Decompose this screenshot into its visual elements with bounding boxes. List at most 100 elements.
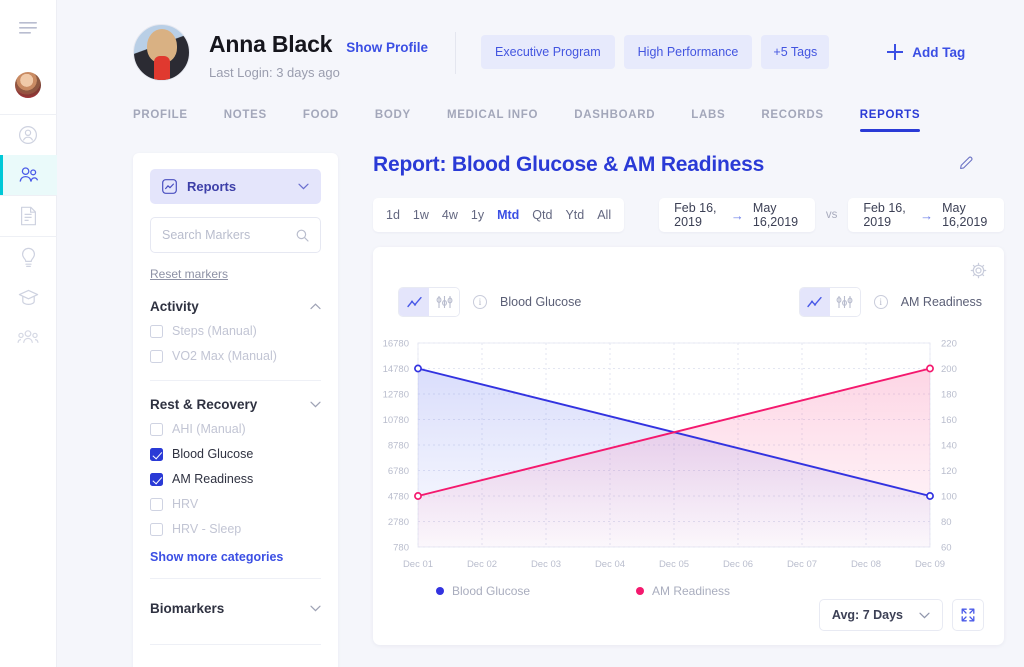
range-qtd[interactable]: Qtd [532, 208, 552, 222]
tag-high-performance[interactable]: High Performance [623, 35, 753, 69]
chevron-up-icon [310, 303, 321, 310]
range-1y[interactable]: 1y [471, 208, 484, 222]
marker-vo2-max-manual[interactable]: VO2 Max (Manual) [150, 343, 321, 368]
legend-dot-blue [436, 587, 444, 595]
search-input[interactable] [162, 228, 290, 242]
add-tag-button[interactable]: Add Tag [887, 44, 965, 60]
average-selector[interactable]: Avg: 7 Days [818, 599, 943, 631]
tab-body[interactable]: BODY [375, 101, 411, 132]
checkbox-checked-icon [150, 472, 163, 486]
svg-text:60: 60 [941, 542, 952, 553]
report-title-row: Report: Blood Glucose & AM Readiness [373, 153, 1004, 177]
svg-text:Dec 08: Dec 08 [851, 559, 881, 570]
person-icon [19, 126, 37, 144]
marker-group-blood-daily: Blood Daily [150, 661, 321, 667]
reset-markers-link[interactable]: Reset markers [150, 267, 228, 281]
svg-text:200: 200 [941, 364, 957, 375]
date-start: Feb 16, 2019 [863, 201, 906, 229]
group-header-rest-recovery[interactable]: Rest & Recovery [150, 397, 321, 416]
marker-hrv[interactable]: HRV [150, 491, 321, 516]
show-profile-link[interactable]: Show Profile [346, 40, 428, 55]
info-icon-left[interactable]: i [473, 295, 487, 309]
tab-notes[interactable]: NOTES [224, 101, 267, 132]
date-start: Feb 16, 2019 [674, 201, 717, 229]
last-login-text: Last Login: 3 days ago [209, 65, 340, 80]
chart-settings-button[interactable] [970, 262, 987, 284]
range-ytd[interactable]: Ytd [565, 208, 584, 222]
line-chart-toggle[interactable] [799, 288, 830, 316]
date-end: May 16,2019 [752, 201, 799, 229]
chart-svg[interactable]: 780278047806780878010780127801478016780 … [373, 329, 973, 574]
gear-icon [970, 262, 987, 279]
candlestick-icon [436, 296, 452, 308]
tab-records[interactable]: RECORDS [761, 101, 823, 132]
range-mtd[interactable]: Mtd [497, 208, 519, 222]
range-selector: 1d 1w 4w 1y Mtd Qtd Ytd All [373, 198, 625, 232]
marker-steps-manual[interactable]: Steps (Manual) [150, 318, 321, 343]
line-chart-toggle[interactable] [399, 288, 429, 316]
date-range-compare[interactable]: Feb 16, 2019 → May 16,2019 [848, 198, 1004, 232]
chevron-down-icon [310, 401, 321, 408]
candlestick-toggle[interactable] [829, 288, 860, 316]
reports-selector[interactable]: Reports [150, 169, 321, 204]
tag-executive-program[interactable]: Executive Program [481, 35, 615, 69]
svg-text:Dec 05: Dec 05 [659, 559, 689, 570]
rail-avatar[interactable] [0, 56, 57, 114]
date-end: May 16,2019 [942, 201, 988, 229]
expand-icon [961, 608, 975, 622]
search-markers-field[interactable] [150, 217, 321, 253]
candlestick-toggle[interactable] [429, 288, 459, 316]
chart-card: i Blood Glucose i AM Readiness 780 2780 … [373, 247, 1004, 645]
tag-more-count[interactable]: +5 Tags [761, 35, 830, 69]
show-more-categories-link[interactable]: Show more categories [150, 550, 283, 564]
svg-text:Dec 03: Dec 03 [531, 559, 561, 570]
page: Anna Black Show Profile Last Login: 3 da… [57, 0, 1024, 667]
vs-label: vs [825, 209, 838, 221]
marker-group-biomarkers: Biomarkers [150, 595, 321, 645]
info-icon-right[interactable]: i [873, 295, 888, 309]
add-tag-label: Add Tag [912, 44, 966, 60]
marker-am-readiness[interactable]: AM Readiness [150, 466, 321, 491]
legend-item-am-readiness[interactable]: AM Readiness [636, 584, 730, 598]
sidebar-item-insights[interactable] [0, 237, 57, 277]
marker-hrv-sleep[interactable]: HRV - Sleep [150, 516, 321, 541]
line-chart-icon [406, 296, 422, 307]
group-header-biomarkers[interactable]: Biomarkers [150, 595, 321, 632]
sidebar-item-learning[interactable] [0, 277, 57, 317]
name-row: Anna Black Show Profile [209, 31, 428, 58]
edit-report-button[interactable] [959, 155, 974, 175]
range-4w[interactable]: 4w [442, 208, 458, 222]
sidebar-item-clients[interactable] [0, 155, 57, 195]
svg-text:8780: 8780 [388, 440, 409, 451]
date-range-primary[interactable]: Feb 16, 2019 → May 16,2019 [659, 198, 815, 232]
group-title-rest-recovery: Rest & Recovery [150, 397, 258, 412]
range-all[interactable]: All [597, 208, 611, 222]
group-title-activity: Activity [150, 299, 199, 314]
legend-dot-pink [636, 587, 644, 595]
series-right: i AM Readiness [798, 287, 982, 317]
group-header-blood-daily[interactable]: Blood Daily [150, 661, 321, 667]
legend-item-blood-glucose[interactable]: Blood Glucose [436, 584, 636, 598]
tab-profile[interactable]: PROFILE [133, 101, 188, 132]
fullscreen-button[interactable] [952, 599, 984, 631]
sidebar-item-documents[interactable] [0, 196, 57, 236]
svg-text:220: 220 [941, 338, 957, 349]
tab-labs[interactable]: LABS [691, 101, 725, 132]
tab-dashboard[interactable]: DASHBOARD [574, 101, 655, 132]
tab-food[interactable]: FOOD [303, 101, 339, 132]
marker-ahi-manual[interactable]: AHI (Manual) [150, 416, 321, 441]
sidebar-item-groups[interactable] [0, 317, 57, 357]
sidebar-item-profile[interactable] [0, 115, 57, 155]
tab-medical-info[interactable]: MEDICAL INFO [447, 101, 538, 132]
marker-label: AHI (Manual) [172, 422, 246, 436]
checkbox-unchecked-icon [150, 522, 163, 536]
tab-reports[interactable]: REPORTS [859, 101, 921, 132]
range-1d[interactable]: 1d [386, 208, 400, 222]
profile-avatar[interactable] [133, 24, 190, 81]
range-1w[interactable]: 1w [413, 208, 429, 222]
group-header-activity[interactable]: Activity [150, 299, 321, 318]
menu-button[interactable] [0, 0, 57, 56]
checkbox-checked-icon [150, 447, 163, 461]
marker-blood-glucose[interactable]: Blood Glucose [150, 441, 321, 466]
marker-label: VO2 Max (Manual) [172, 349, 277, 363]
